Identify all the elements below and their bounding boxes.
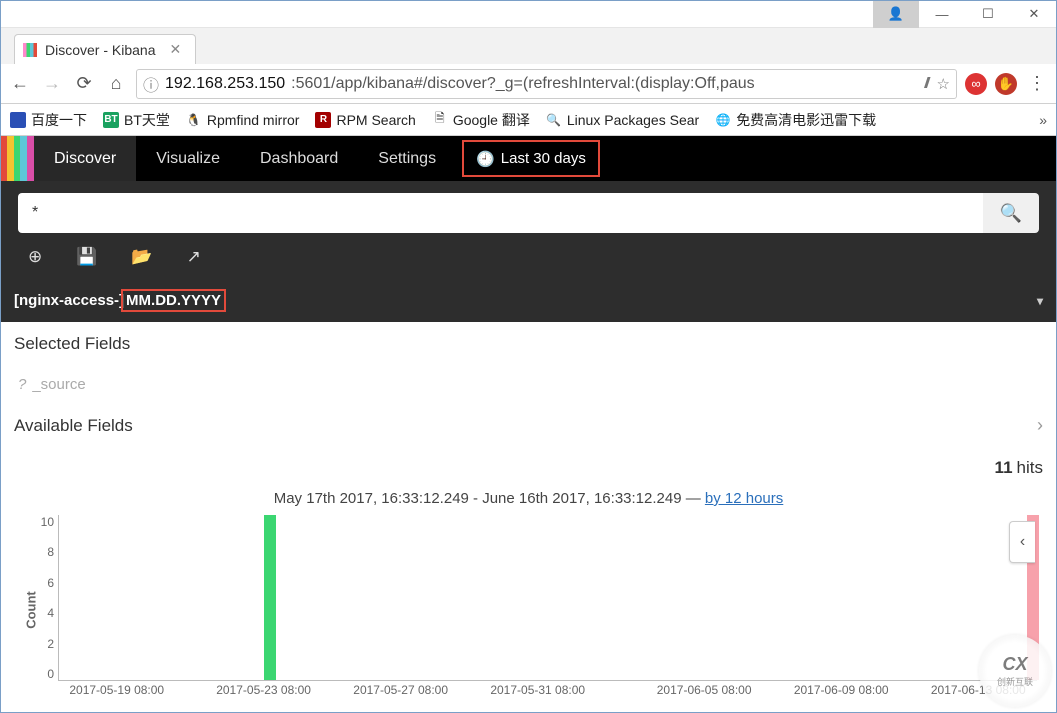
bookmark-icon	[10, 112, 26, 128]
nav-settings[interactable]: Settings	[358, 136, 456, 181]
search-button[interactable]: 🔍	[983, 193, 1039, 233]
forward-button[interactable]: →	[40, 72, 64, 96]
fields-panel: Selected Fields ?_source Available Field…	[0, 322, 1057, 448]
site-info-icon[interactable]: ⓘ	[143, 72, 159, 96]
url-host: 192.168.253.150	[165, 75, 285, 93]
bookmarks-overflow[interactable]: »	[1039, 112, 1047, 128]
bookmark-icon: 🌐	[715, 112, 731, 128]
translate-icon[interactable]: 🙼	[924, 75, 931, 92]
browser-tab[interactable]: Discover - Kibana ✕	[14, 34, 196, 64]
kibana-logo[interactable]	[0, 136, 34, 181]
back-button[interactable]: ←	[8, 72, 32, 96]
bookmark-icon: R	[315, 112, 331, 128]
nav-visualize[interactable]: Visualize	[136, 136, 240, 181]
selected-fields-head: Selected Fields	[0, 322, 1057, 366]
bookmark-item[interactable]: BTBT天堂	[103, 110, 170, 130]
bookmark-item[interactable]: 🌐免费高清电影迅雷下载	[715, 110, 876, 130]
chevron-right-icon: ›	[1037, 415, 1043, 436]
index-pattern-prefix: [nginx-access-]	[14, 292, 124, 309]
extension-icon-2[interactable]: ✋	[995, 73, 1017, 95]
kibana-favicon	[23, 43, 37, 57]
y-axis-ticks: 1086420	[30, 515, 54, 681]
minimize-button[interactable]: —	[919, 0, 965, 28]
bookmark-item[interactable]: 百度一下	[10, 110, 87, 130]
time-picker[interactable]: 🕘 Last 30 days	[462, 140, 600, 177]
collapse-chart-button[interactable]: ‹	[1009, 521, 1035, 563]
user-icon[interactable]: 👤	[873, 0, 919, 28]
kibana-app: DiscoverVisualizeDashboardSettings 🕘 Las…	[0, 136, 1057, 705]
chart-title: May 17th 2017, 16:33:12.249 - June 16th …	[0, 482, 1057, 515]
index-pattern-bar[interactable]: [nginx-access-]MM.DD.YYYY ▾	[0, 279, 1057, 322]
bookmark-star-icon[interactable]: ☆	[937, 75, 950, 93]
selected-field-item[interactable]: ?_source	[0, 366, 1057, 403]
search-icon: 🔍	[1000, 203, 1022, 224]
clock-icon: 🕘	[476, 150, 495, 168]
browser-address-bar: ← → ⟳ ⌂ ⓘ 192.168.253.150 :5601/app/kiban…	[0, 64, 1057, 104]
hits-bar: 11 hits	[0, 448, 1057, 482]
url-path: :5601/app/kibana#/discover?_g=(refreshIn…	[291, 75, 755, 93]
bookmark-icon: 🐧	[186, 112, 202, 128]
bookmark-item[interactable]: 🐧Rpmfind mirror	[186, 112, 300, 128]
available-fields-head[interactable]: Available Fields ›	[0, 403, 1057, 448]
histogram-bar[interactable]	[264, 515, 276, 680]
save-search-icon[interactable]: 💾	[76, 247, 97, 267]
extension-icon-1[interactable]: ∞	[965, 73, 987, 95]
bookmark-icon: 🗎	[432, 112, 448, 128]
tab-title: Discover - Kibana	[45, 42, 156, 58]
window-titlebar: 👤 — ☐ ✕	[0, 0, 1057, 28]
reload-button[interactable]: ⟳	[72, 72, 96, 96]
kibana-subheader: 🔍 ⊕ 💾 📂 ↗	[0, 181, 1057, 279]
close-button[interactable]: ✕	[1011, 0, 1057, 28]
search-input[interactable]	[18, 193, 983, 233]
share-search-icon[interactable]: ↗	[187, 247, 201, 267]
nav-discover[interactable]: Discover	[34, 136, 136, 181]
hits-label: hits	[1017, 458, 1043, 478]
bookmark-icon: 🔍	[546, 112, 562, 128]
open-search-icon[interactable]: 📂	[131, 247, 152, 267]
bookmark-icon: BT	[103, 112, 119, 128]
x-axis-ticks: 2017-05-19 08:002017-05-23 08:002017-05-…	[58, 683, 1037, 705]
bookmark-item[interactable]: 🗎Google 翻译	[432, 110, 530, 130]
plot-area[interactable]	[58, 515, 1037, 681]
maximize-button[interactable]: ☐	[965, 0, 1011, 28]
histogram-chart[interactable]: Count 1086420 2017-05-19 08:002017-05-23…	[58, 515, 1037, 705]
home-button[interactable]: ⌂	[104, 72, 128, 96]
kibana-nav: DiscoverVisualizeDashboardSettings 🕘 Las…	[0, 136, 1057, 181]
index-pattern-suffix: MM.DD.YYYY	[121, 289, 226, 312]
nav-dashboard[interactable]: Dashboard	[240, 136, 358, 181]
bookmarks-bar: 百度一下 BTBT天堂 🐧Rpmfind mirror RRPM Search 🗎Goo…	[0, 104, 1057, 136]
url-input[interactable]: ⓘ 192.168.253.150 :5601/app/kibana#/disco…	[136, 69, 957, 99]
browser-tabbar: Discover - Kibana ✕	[0, 28, 1057, 64]
interval-link[interactable]: by 12 hours	[705, 490, 783, 507]
time-label: Last 30 days	[501, 150, 586, 167]
caret-down-icon: ▾	[1037, 294, 1043, 308]
bookmark-item[interactable]: RRPM Search	[315, 112, 415, 128]
new-search-icon[interactable]: ⊕	[28, 247, 42, 267]
bookmark-item[interactable]: 🔍Linux Packages Sear	[546, 112, 699, 128]
tab-close-icon[interactable]: ✕	[170, 41, 182, 58]
chrome-menu-button[interactable]: ⋮	[1025, 72, 1049, 96]
hits-count: 11	[995, 458, 1013, 478]
